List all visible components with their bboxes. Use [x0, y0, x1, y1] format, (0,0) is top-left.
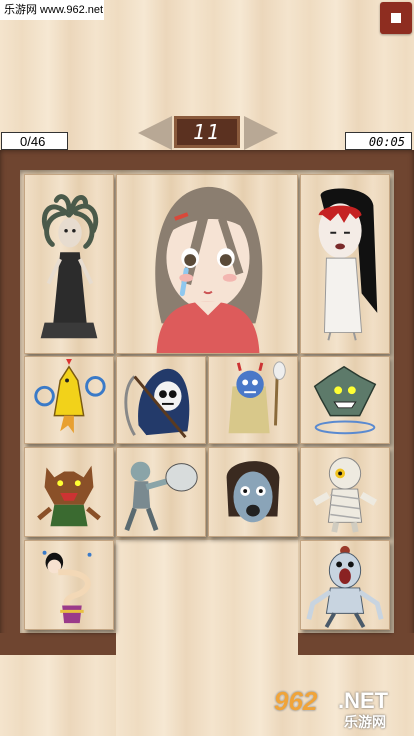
next-level-arrow-icon[interactable]	[244, 116, 278, 150]
site-logo-watermark: 962 .NET 乐游网	[274, 686, 408, 732]
moves-counter: 0/46	[1, 132, 68, 150]
logo-number: 962	[274, 686, 318, 716]
timer: 00:05	[345, 132, 412, 150]
logo-suffix: .NET	[338, 688, 389, 713]
board-frame-bottom-left	[0, 633, 116, 655]
menu-button[interactable]	[380, 2, 412, 34]
stop-icon	[391, 13, 401, 23]
yellow-bird-tile[interactable]	[24, 356, 114, 444]
zombie-head-icon	[226, 461, 280, 523]
board-exit-gap	[116, 540, 298, 736]
green-monster-icon	[313, 365, 377, 435]
screaming-monster-tile[interactable]	[300, 540, 390, 630]
girl-portrait-icon	[155, 186, 263, 353]
werewolf-tile[interactable]	[24, 447, 114, 537]
mummy-tile[interactable]	[300, 447, 390, 537]
zombie-head-tile[interactable]	[208, 447, 298, 537]
medusa-tile[interactable]	[24, 174, 114, 354]
previous-level-arrow-icon[interactable]	[138, 116, 172, 150]
namahage-tile[interactable]	[208, 356, 298, 444]
mummy-icon	[312, 457, 378, 533]
screaming-monster-icon	[306, 545, 384, 629]
werewolf-icon	[37, 465, 101, 527]
zombie-punch-tile[interactable]	[116, 447, 206, 537]
site-watermark: 乐游网 www.962.net	[0, 0, 104, 20]
zombie-punch-icon	[124, 461, 198, 531]
logo-cn: 乐游网	[344, 714, 386, 730]
girl-portrait-tile[interactable]	[116, 174, 298, 354]
board-frame-bottom-right	[298, 633, 414, 655]
medusa-icon	[40, 194, 99, 339]
green-monster-tile[interactable]	[300, 356, 390, 444]
bloody-woman-tile[interactable]	[300, 174, 390, 354]
yellow-bird-icon	[34, 358, 106, 434]
rokurokubi-icon	[42, 550, 92, 624]
namahage-icon	[228, 361, 286, 434]
level-number: 11	[174, 116, 240, 148]
grim-reaper-icon	[124, 368, 190, 439]
bloody-woman-icon	[318, 188, 378, 341]
rokurokubi-tile[interactable]	[24, 540, 114, 630]
grim-reaper-tile[interactable]	[116, 356, 206, 444]
